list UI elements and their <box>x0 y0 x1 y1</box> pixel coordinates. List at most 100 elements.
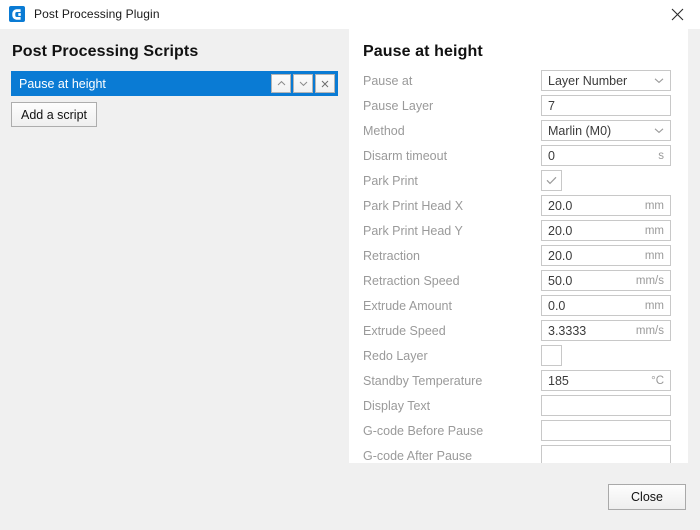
field-control <box>541 395 671 416</box>
field-label: Pause Layer <box>363 98 434 113</box>
form-row: Park Print <box>363 170 671 191</box>
cura-logo-icon <box>9 6 25 22</box>
list-item[interactable]: Pause at height <box>11 71 338 96</box>
input-unit: mm/s <box>635 274 664 287</box>
script-list[interactable]: Pause at height <box>11 71 338 96</box>
form-row: Display Text <box>363 395 671 416</box>
select-field[interactable]: Layer Number <box>541 70 671 91</box>
field-label: Extrude Speed <box>363 323 446 338</box>
dialog-body: Post Processing Scripts Pause at height <box>0 29 700 530</box>
text-input[interactable]: 20.0 mm <box>541 220 671 241</box>
add-script-button[interactable]: Add a script <box>11 102 98 127</box>
field-label: Standby Temperature <box>363 373 483 388</box>
form-row: Extrude Speed 3.3333 mm/s <box>363 320 671 341</box>
script-settings-heading: Pause at height <box>363 43 483 60</box>
field-label: Park Print Head Y <box>363 223 463 238</box>
field-control: 7 <box>541 95 671 116</box>
text-input[interactable]: 20.0 mm <box>541 245 671 266</box>
input-unit: mm <box>644 224 664 237</box>
field-label: G-code Before Pause <box>363 423 484 438</box>
input-value: 185 <box>548 373 569 388</box>
input-unit: mm <box>644 299 664 312</box>
title-bar: Post Processing Plugin <box>0 0 700 29</box>
input-value: 0 <box>548 148 555 163</box>
field-label: Display Text <box>363 398 431 413</box>
form-row: Disarm timeout 0 s <box>363 145 671 166</box>
text-input[interactable]: 3.3333 mm/s <box>541 320 671 341</box>
move-script-up-button[interactable] <box>271 74 291 93</box>
move-script-down-button[interactable] <box>293 74 313 93</box>
form-row: Park Print Head Y 20.0 mm <box>363 220 671 241</box>
field-control: 0s <box>541 145 671 166</box>
chevron-down-icon <box>654 77 664 84</box>
input-value: 50.0 <box>548 273 573 288</box>
form-row: Retraction Speed 50.0 mm/s <box>363 270 671 291</box>
text-input[interactable] <box>541 420 671 441</box>
checkbox-checked[interactable] <box>541 170 562 191</box>
field-label: Extrude Amount <box>363 298 452 313</box>
input-unit: s <box>658 149 664 162</box>
select-value: Marlin (M0) <box>548 123 612 138</box>
form-row: Extrude Amount 0.0 mm <box>363 295 671 316</box>
input-unit: mm <box>644 249 664 262</box>
checkbox-unchecked[interactable] <box>541 345 562 366</box>
text-input[interactable]: 185 °C <box>541 370 671 391</box>
input-value: 0.0 <box>548 298 566 313</box>
input-value: 3.3333 <box>548 323 587 338</box>
field-control: 20.0 mm <box>541 220 671 241</box>
field-control: 20.0 mm <box>541 195 671 216</box>
field-label: Method <box>363 123 405 138</box>
input-unit: mm <box>644 199 664 212</box>
field-label: Pause at <box>363 73 413 88</box>
field-control: 185 °C <box>541 370 671 391</box>
settings-form: Pause at Layer Number Pause Layer 7 Method Ma… <box>363 70 671 466</box>
field-control: 3.3333 mm/s <box>541 320 671 341</box>
form-row: Pause at Layer Number <box>363 70 671 91</box>
select-field[interactable]: Marlin (M0) <box>541 120 671 141</box>
input-value: 7 <box>548 98 555 113</box>
window-title: Post Processing Plugin <box>34 7 160 21</box>
script-row-actions <box>271 74 338 93</box>
script-settings-panel: Pause at height Pause at Layer Number Paus… <box>349 29 688 492</box>
form-row: Retraction 20.0 mm <box>363 245 671 266</box>
text-input[interactable] <box>541 395 671 416</box>
field-control <box>541 420 671 441</box>
scripts-panel-heading: Post Processing Scripts <box>12 43 199 60</box>
field-label: Retraction <box>363 248 420 263</box>
field-control <box>541 170 671 191</box>
form-row: Pause Layer 7 <box>363 95 671 116</box>
field-label: Park Print Head X <box>363 198 464 213</box>
form-row: Method Marlin (M0) <box>363 120 671 141</box>
field-control: 20.0 mm <box>541 245 671 266</box>
field-label: Retraction Speed <box>363 273 460 288</box>
text-input[interactable]: 7 <box>541 95 671 116</box>
field-label: Disarm timeout <box>363 148 448 163</box>
text-input[interactable]: 20.0 mm <box>541 195 671 216</box>
field-control: Layer Number <box>541 70 671 91</box>
remove-script-button[interactable] <box>315 74 335 93</box>
text-input[interactable]: 0s <box>541 145 671 166</box>
input-unit: °C <box>651 374 664 387</box>
script-name: Pause at height <box>19 76 106 91</box>
input-unit: mm/s <box>635 324 664 337</box>
window-close-button[interactable] <box>654 0 700 29</box>
select-value: Layer Number <box>548 73 628 88</box>
form-row: Standby Temperature 185 °C <box>363 370 671 391</box>
field-control: Marlin (M0) <box>541 120 671 141</box>
text-input[interactable]: 50.0 mm/s <box>541 270 671 291</box>
form-row: Redo Layer <box>363 345 671 366</box>
input-value: 20.0 <box>548 198 573 213</box>
post-processing-plugin-window: Post Processing Plugin Post Processing S… <box>0 0 700 530</box>
input-value: 20.0 <box>548 248 573 263</box>
chevron-down-icon <box>654 127 664 134</box>
dialog-footer: Close <box>0 463 700 530</box>
field-label: Redo Layer <box>363 348 428 363</box>
close-button[interactable]: Close <box>608 483 686 510</box>
input-value: 20.0 <box>548 223 573 238</box>
text-input[interactable]: 0.0 mm <box>541 295 671 316</box>
form-row: G-code Before Pause <box>363 420 671 441</box>
field-label: G-code After Pause <box>363 448 473 463</box>
scripts-panel: Post Processing Scripts Pause at height <box>0 29 349 530</box>
field-control: 50.0 mm/s <box>541 270 671 291</box>
field-label: Park Print <box>363 173 418 188</box>
